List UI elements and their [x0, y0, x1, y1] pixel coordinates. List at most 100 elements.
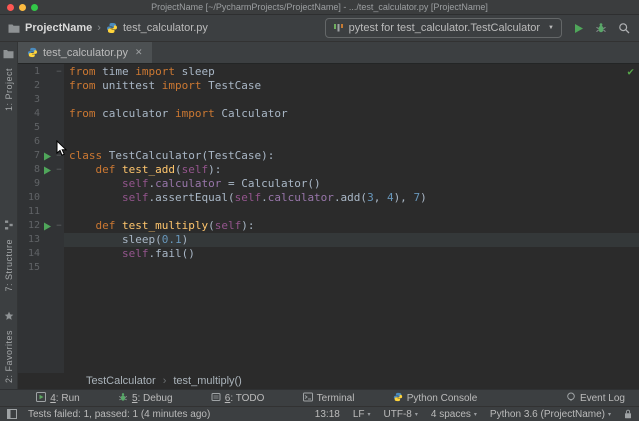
close-icon[interactable]: ✕ — [135, 47, 143, 58]
python-file-icon — [27, 47, 38, 58]
line-number: 1 — [18, 65, 40, 79]
code-text[interactable]: def test_multiply(self): — [64, 219, 639, 233]
toolwindow-python-console-button[interactable]: Python Console — [362, 390, 485, 406]
code-line-9: 9 self.calculator = Calculator() — [18, 177, 639, 191]
indent-widget[interactable]: 4 spaces ▾ — [431, 409, 477, 420]
run-configuration-select[interactable]: pytest for test_calculator.TestCalculato… — [325, 18, 562, 38]
code-text[interactable]: from time import sleep — [64, 65, 639, 79]
line-number: 4 — [18, 107, 40, 121]
run-button[interactable] — [573, 23, 584, 34]
gutter-icon-slot — [41, 121, 54, 135]
pycharm-window: ProjectName [~/PycharmProjects/ProjectNa… — [0, 0, 639, 421]
line-number: 15 — [18, 261, 40, 275]
toolwindow-label: Python Console — [407, 393, 478, 404]
stripe-item-structure[interactable]: 7: Structure — [4, 217, 14, 292]
code-line-14: 14 self.fail() — [18, 247, 639, 261]
gutter: 1− — [18, 65, 64, 79]
code-line-12: 12− def test_multiply(self): — [18, 219, 639, 233]
minimize-window-button[interactable] — [19, 4, 26, 11]
gutter: 2 — [18, 79, 64, 93]
code-line-5: 5 — [18, 121, 639, 135]
interpreter-widget[interactable]: Python 3.6 (ProjectName) ▾ — [490, 409, 611, 420]
inspection-status-icon[interactable]: ✔ — [627, 65, 634, 78]
lock-icon[interactable] — [624, 409, 632, 419]
toolwindow-run-button[interactable]: 4: Run — [6, 390, 88, 406]
toolwindow-todo-button[interactable]: 6: TODO — [181, 390, 273, 406]
line-number: 8 — [18, 163, 40, 177]
code-text[interactable]: from unittest import TestCase — [64, 79, 639, 93]
toolwindow-terminal-button[interactable]: Terminal — [272, 390, 362, 406]
search-everywhere-icon[interactable] — [618, 22, 631, 35]
chevron-down-icon: ▾ — [415, 411, 418, 418]
line-number: 5 — [18, 121, 40, 135]
line-separator-widget[interactable]: LF ▾ — [353, 409, 371, 420]
tab-test-calculator[interactable]: test_calculator.py ✕ — [18, 42, 152, 63]
encoding-widget[interactable]: UTF-8 ▾ — [384, 409, 418, 420]
line-number: 7 — [18, 149, 40, 163]
code-line-11: 11 — [18, 205, 639, 219]
code-text[interactable] — [64, 261, 639, 275]
caret-position-widget[interactable]: 13:18 — [315, 409, 340, 420]
line-number: 6 — [18, 135, 40, 149]
event-log-button[interactable]: Event Log — [536, 390, 633, 406]
chevron-down-icon: ▼ — [548, 25, 554, 31]
gutter: 11 — [18, 205, 64, 219]
code-text[interactable]: self.calculator = Calculator() — [64, 177, 639, 191]
stripe-item-favorites[interactable]: 2: Favorites — [4, 308, 14, 383]
fold-icon[interactable]: − — [54, 219, 64, 233]
fold-slot — [54, 233, 64, 247]
gutter-icon-slot — [41, 79, 54, 93]
fold-slot — [54, 93, 64, 107]
run-test-gutter-icon[interactable] — [41, 219, 54, 233]
code-editor[interactable]: 1−from time import sleep2from unittest i… — [18, 64, 639, 373]
code-text[interactable]: self.assertEqual(self.calculator.add(3, … — [64, 191, 639, 205]
code-text[interactable]: def test_add(self): — [64, 163, 639, 177]
fold-icon[interactable]: − — [54, 65, 64, 79]
code-text[interactable]: sleep(0.1) — [64, 233, 639, 247]
toolwindow-debug-button[interactable]: 5: Debug — [88, 390, 181, 406]
run-test-gutter-icon[interactable] — [41, 149, 54, 163]
debug-button[interactable] — [595, 22, 607, 34]
code-text[interactable]: from calculator import Calculator — [64, 107, 639, 121]
code-line-1: 1−from time import sleep — [18, 65, 639, 79]
line-number: 11 — [18, 205, 40, 219]
code-line-10: 10 self.assertEqual(self.calculator.add(… — [18, 191, 639, 205]
gutter-icon-slot — [41, 65, 54, 79]
line-number: 3 — [18, 93, 40, 107]
fold-slot — [54, 121, 64, 135]
gutter: 5 — [18, 121, 64, 135]
status-message[interactable]: Tests failed: 1, passed: 1 (4 minutes ag… — [28, 409, 210, 420]
code-text[interactable] — [64, 205, 639, 219]
gutter: 15 — [18, 261, 64, 275]
project-toolwindow-icon — [3, 46, 14, 64]
toolwindow-label: Event Log — [580, 393, 625, 404]
nav-project-item[interactable]: ProjectName — [25, 22, 92, 34]
stripe-item-project[interactable]: 1: Project — [3, 46, 14, 111]
pytest-icon — [333, 24, 344, 33]
editor-tab-bar: test_calculator.py ✕ — [18, 42, 639, 64]
code-text[interactable] — [64, 93, 639, 107]
breadcrumb-separator-icon: › — [163, 375, 167, 387]
toolwindow-toggle-icon[interactable] — [7, 409, 17, 419]
structure-toolwindow-icon — [4, 217, 14, 235]
code-text[interactable]: class TestCalculator(TestCase): — [64, 149, 639, 163]
code-line-3: 3 — [18, 93, 639, 107]
zoom-window-button[interactable] — [31, 4, 38, 11]
line-number: 14 — [18, 247, 40, 261]
chevron-down-icon: ▾ — [474, 411, 477, 418]
stripe-label: 1: Project — [4, 68, 14, 111]
fold-icon[interactable]: − — [54, 163, 64, 177]
gutter: 4 — [18, 107, 64, 121]
code-text[interactable]: self.fail() — [64, 247, 639, 261]
code-text[interactable] — [64, 135, 639, 149]
nav-file-item[interactable]: test_calculator.py — [123, 22, 208, 34]
mouse-cursor — [56, 140, 68, 157]
left-toolwindow-stripe: 1: Project 7: Structure 2: Favorites — [0, 42, 18, 389]
gutter: 14 — [18, 247, 64, 261]
navigation-bar: ProjectName › test_calculator.py pytest … — [0, 15, 639, 42]
code-text[interactable] — [64, 121, 639, 135]
gutter-icon-slot — [41, 233, 54, 247]
code-line-8: 8− def test_add(self): — [18, 163, 639, 177]
run-test-gutter-icon[interactable] — [41, 163, 54, 177]
close-window-button[interactable] — [7, 4, 14, 11]
